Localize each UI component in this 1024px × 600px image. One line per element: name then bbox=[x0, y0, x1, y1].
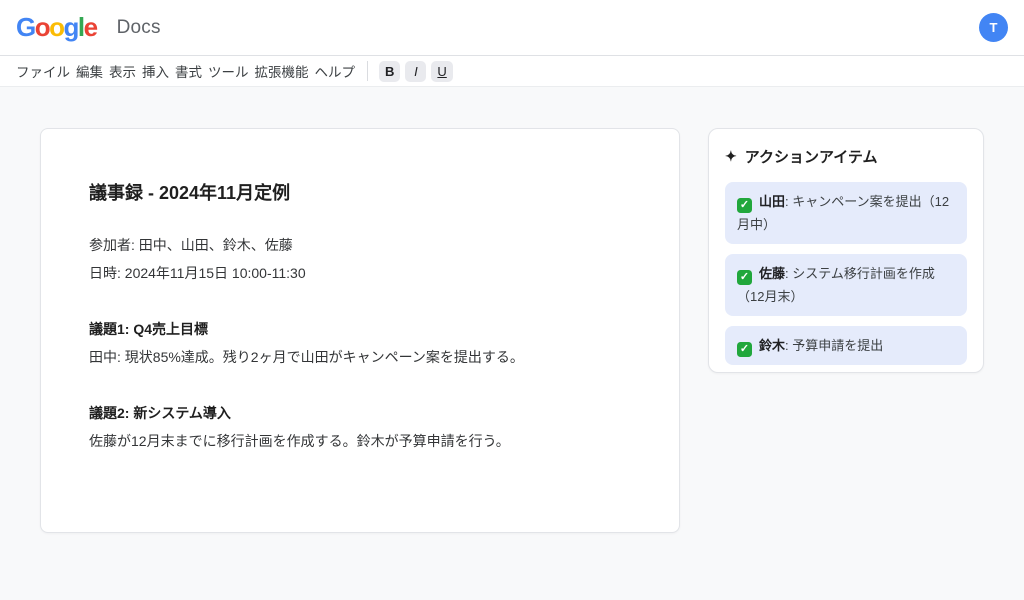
document-meta: 参加者: 田中、山田、鈴木、佐藤 日時: 2024年11月15日 10:00-1… bbox=[89, 231, 631, 287]
document-meta-line: 参加者: 田中、山田、鈴木、佐藤 bbox=[89, 231, 631, 259]
format-button[interactable]: U bbox=[431, 61, 452, 82]
account-avatar[interactable]: T bbox=[979, 13, 1008, 42]
check-icon: ✓ bbox=[737, 270, 752, 285]
check-icon: ✓ bbox=[737, 342, 752, 357]
format-button[interactable]: I bbox=[405, 61, 426, 82]
document-sections: 議題1: Q4売上目標 田中: 現状85%達成。残り2ヶ月で山田がキャンペーン案… bbox=[89, 315, 631, 455]
section-body: 田中: 現状85%達成。残り2ヶ月で山田がキャンペーン案を提出する。 bbox=[89, 343, 631, 371]
menu-items: ファイル 編集 表示 挿入 書式 ツール 拡張機能 ヘルプ bbox=[16, 61, 361, 81]
action-item-text: : 予算申請を提出 bbox=[785, 338, 883, 353]
action-items-header: ✦ アクションアイテム bbox=[725, 146, 967, 167]
sparkle-icon: ✦ bbox=[725, 148, 737, 165]
action-item[interactable]: ✓ 鈴木: 予算申請を提出 bbox=[725, 326, 967, 365]
document-meta-line: 日時: 2024年11月15日 10:00-11:30 bbox=[89, 259, 631, 287]
product-name: Docs bbox=[117, 17, 161, 39]
action-items-panel: ✦ アクションアイテム ✓山田: キャンペーン案を提出（12月中） ✓佐藤: シ… bbox=[708, 128, 984, 373]
menu-item[interactable]: 編集 bbox=[76, 61, 103, 81]
menu-item[interactable]: ツール bbox=[208, 61, 249, 81]
action-item-owner: 鈴木 bbox=[759, 338, 785, 353]
action-item[interactable]: ✓佐藤: システム移行計画を作成（12月末） bbox=[725, 254, 967, 316]
section-heading: 議題2: 新システム導入 bbox=[89, 399, 631, 427]
action-items-title: アクションアイテム bbox=[745, 146, 878, 167]
google-logo-letter: e bbox=[84, 12, 97, 43]
menu-bar: ファイル 編集 表示 挿入 書式 ツール 拡張機能 ヘルプ B I U bbox=[0, 56, 1024, 87]
google-logo-letter: o bbox=[35, 12, 49, 43]
document-title: 議事録 - 2024年11月定例 bbox=[89, 179, 631, 205]
document-editor[interactable]: 議事録 - 2024年11月定例 参加者: 田中、山田、鈴木、佐藤 日時: 20… bbox=[40, 128, 680, 533]
toolbar-divider bbox=[367, 61, 368, 81]
menu-item[interactable]: ヘルプ bbox=[315, 61, 356, 81]
action-item[interactable]: ✓山田: キャンペーン案を提出（12月中） bbox=[725, 182, 967, 244]
section-body: 佐藤が12月末までに移行計画を作成する。鈴木が予算申請を行う。 bbox=[89, 427, 631, 455]
menu-item[interactable]: 書式 bbox=[175, 61, 202, 81]
format-button[interactable]: B bbox=[379, 61, 400, 82]
section-heading: 議題1: Q4売上目標 bbox=[89, 315, 631, 343]
format-buttons: B I U bbox=[379, 61, 458, 82]
check-icon: ✓ bbox=[737, 198, 752, 213]
google-logo[interactable]: G o o g l e bbox=[16, 12, 97, 43]
menu-item[interactable]: 拡張機能 bbox=[255, 61, 309, 81]
action-items-list: ✓山田: キャンペーン案を提出（12月中） ✓佐藤: システム移行計画を作成（1… bbox=[725, 182, 967, 365]
action-item-owner: 山田 bbox=[759, 194, 785, 209]
app-header: G o o g l e Docs T bbox=[0, 0, 1024, 56]
google-logo-letter: G bbox=[16, 12, 35, 43]
google-logo-letter: o bbox=[49, 12, 63, 43]
menu-item[interactable]: 表示 bbox=[109, 61, 136, 81]
document-section: 議題1: Q4売上目標 田中: 現状85%達成。残り2ヶ月で山田がキャンペーン案… bbox=[89, 315, 631, 371]
menu-item[interactable]: 挿入 bbox=[142, 61, 169, 81]
action-item-owner: 佐藤 bbox=[759, 266, 785, 281]
google-logo-letter: g bbox=[64, 12, 78, 43]
menu-item[interactable]: ファイル bbox=[16, 61, 70, 81]
document-section: 議題2: 新システム導入 佐藤が12月末までに移行計画を作成する。鈴木が予算申請… bbox=[89, 399, 631, 455]
